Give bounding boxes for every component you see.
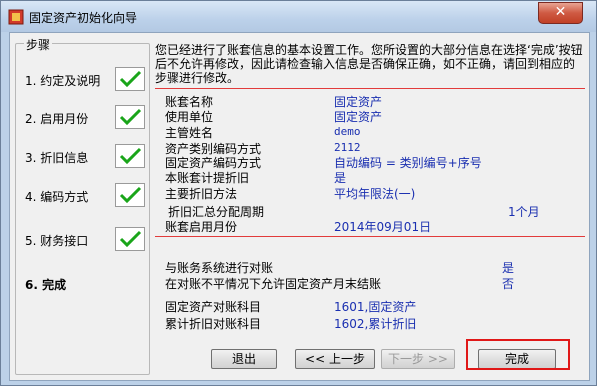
value-reconcile: 是 — [502, 261, 515, 275]
finish-highlight-box — [466, 339, 570, 370]
separator-middle — [155, 236, 585, 237]
step-5-checkbox — [115, 227, 145, 251]
window-title: 固定资产初始化向导 — [29, 11, 138, 25]
label-depreciation-method: 主要折旧方法 — [165, 187, 238, 201]
label-start-month: 账套启用月份 — [165, 220, 238, 234]
app-icon — [8, 9, 24, 25]
step-1-checkbox — [115, 67, 145, 91]
intro-text: 您已经进行了账套信息的基本设置工作。您所设置的大部分信息在选择‘完成’按钮后不允… — [155, 43, 583, 85]
value-asset-coding: 自动编码 = 类别编号+序号 — [334, 156, 482, 170]
step-6-label: 6. 完成 — [25, 278, 67, 292]
label-depreciation-account: 累计折旧对账科目 — [165, 317, 262, 331]
value-asset-account: 1601,固定资产 — [334, 300, 417, 314]
title-bar[interactable]: 固定资产初始化向导 ✕ — [1, 1, 596, 32]
step-3-checkbox — [115, 144, 145, 168]
step-4-checkbox — [115, 183, 145, 207]
value-allocation-period: 1个月 — [508, 205, 540, 219]
value-depreciation-account: 1602,累计折旧 — [334, 317, 417, 331]
value-depreciation-method: 平均年限法(一) — [334, 187, 416, 201]
close-button[interactable]: ✕ — [538, 2, 583, 24]
checkmark-icon — [119, 230, 142, 248]
wizard-body: 步骤 1. 约定及说明 2. 启用月份 3. 折旧信息 4. 编码方式 5. 财… — [9, 32, 590, 381]
step-2-label: 2. 启用月份 — [25, 112, 89, 126]
value-start-month: 2014年09月01日 — [334, 220, 432, 234]
label-company: 使用单位 — [165, 110, 214, 124]
steps-panel: 步骤 1. 约定及说明 2. 启用月份 3. 折旧信息 4. 编码方式 5. 财… — [15, 36, 150, 375]
checkmark-icon — [119, 108, 142, 126]
prev-button[interactable]: << 上一步 — [295, 349, 375, 369]
separator-top — [155, 88, 585, 89]
value-allow-close: 否 — [502, 277, 515, 291]
label-asset-account: 固定资产对账科目 — [165, 300, 262, 314]
step-2-checkbox — [115, 105, 145, 129]
label-reconcile: 与账务系统进行对账 — [165, 261, 274, 275]
step-5-label: 5. 财务接口 — [25, 234, 89, 248]
checkmark-icon — [119, 70, 142, 88]
step-4-label: 4. 编码方式 — [25, 190, 89, 204]
step-3-label: 3. 折旧信息 — [25, 151, 89, 165]
wizard-window: 固定资产初始化向导 ✕ 步骤 1. 约定及说明 2. 启用月份 3. 折旧信息 … — [0, 0, 597, 386]
next-button[interactable]: 下一步 >> — [381, 349, 455, 369]
value-supervisor: demo — [334, 125, 361, 138]
label-allow-close: 在对账不平情况下允许固定资产月末结账 — [165, 277, 382, 291]
label-depreciation: 本账套计提折旧 — [165, 171, 250, 185]
checkmark-icon — [119, 147, 142, 165]
steps-legend: 步骤 — [24, 36, 53, 53]
checkmark-icon — [119, 186, 142, 204]
value-company: 固定资产 — [334, 110, 383, 124]
label-supervisor: 主管姓名 — [165, 126, 214, 140]
exit-button[interactable]: 退出 — [211, 349, 277, 369]
value-category-coding: 2112 — [334, 141, 361, 154]
close-icon: ✕ — [554, 4, 567, 20]
step-1-label: 1. 约定及说明 — [25, 74, 101, 88]
value-depreciation: 是 — [334, 171, 347, 185]
